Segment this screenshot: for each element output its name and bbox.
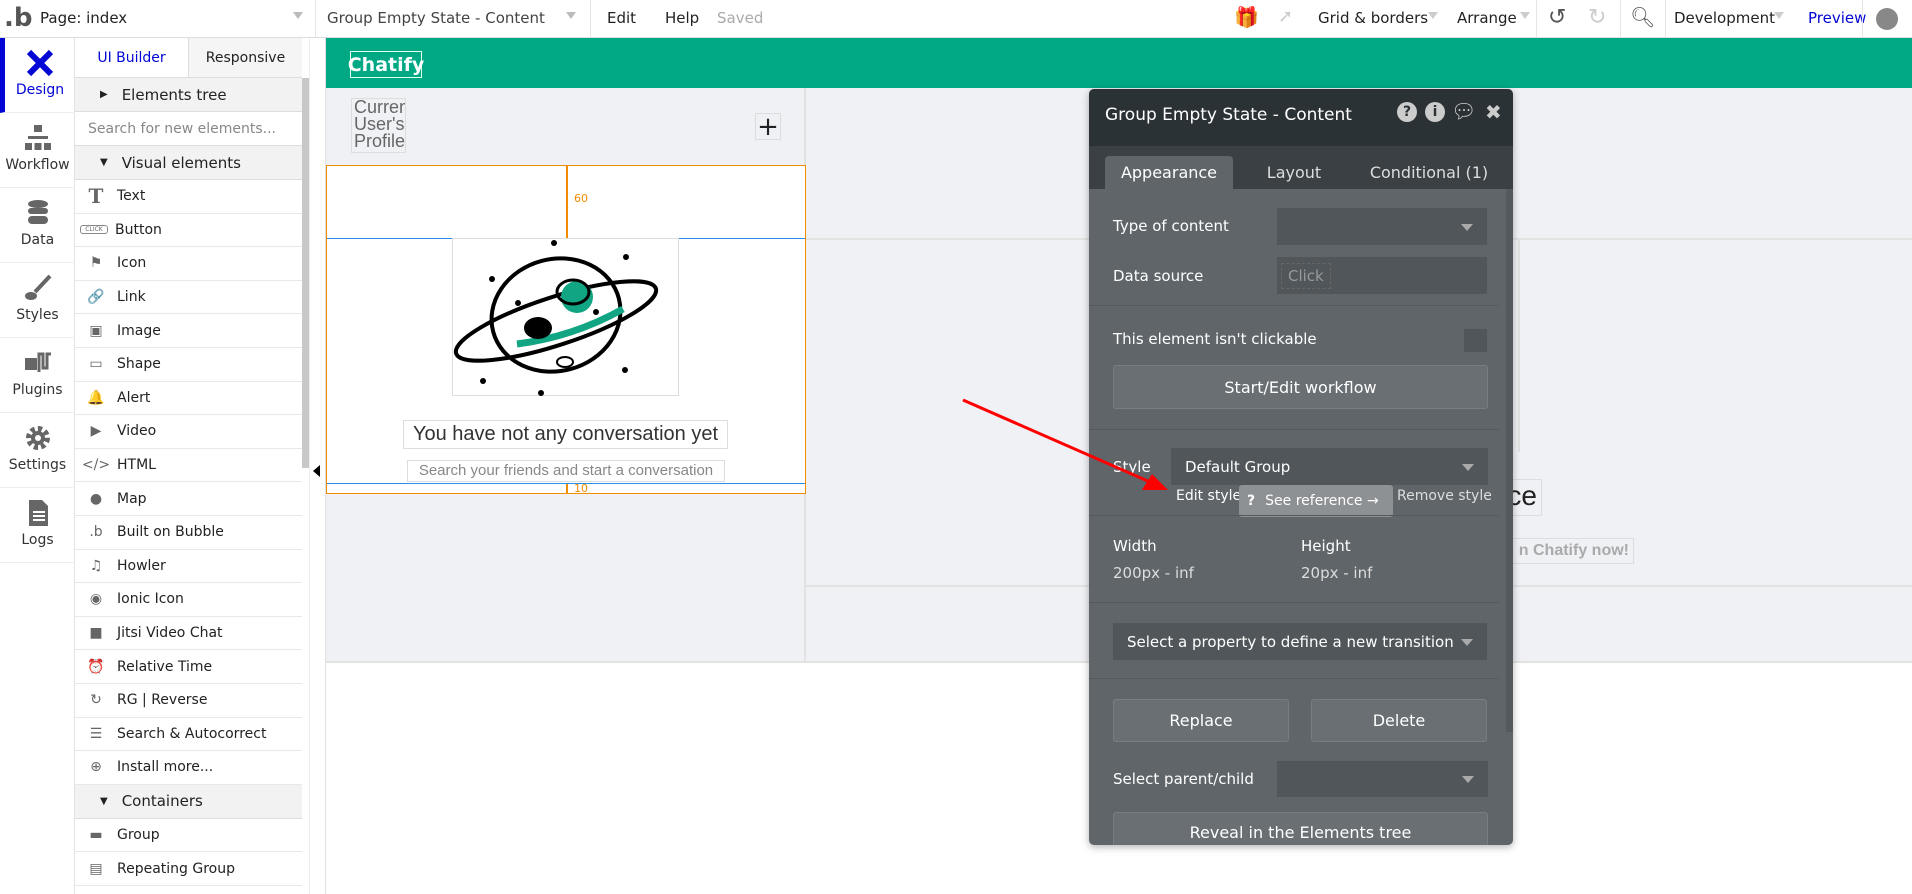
arrow-head [1142,474,1168,490]
arrow-shaft [962,398,1151,484]
red-arrow-annotation [962,398,1168,490]
